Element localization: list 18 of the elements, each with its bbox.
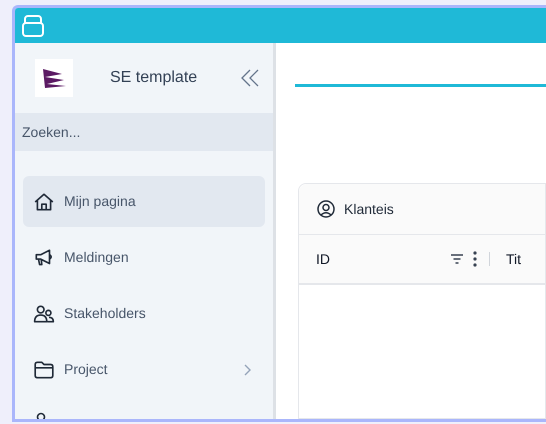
sidebar-item[interactable]: Project [23,344,265,395]
folder-icon [33,358,55,380]
user-circle-icon [317,200,335,218]
filter-icon[interactable] [450,254,464,264]
megaphone-icon [33,246,55,268]
logo-icon [35,59,73,97]
home-icon [33,190,55,212]
column-header: ID [316,250,331,268]
search-field[interactable]: Zoeken... [15,113,273,151]
more-icon[interactable] [473,251,477,267]
card-title: Klanteis [344,200,394,218]
sidebar-item[interactable]: Mijn pagina [23,176,265,227]
collapse-icon[interactable] [239,67,261,89]
sidebar-item[interactable]: Meldingen [23,232,265,283]
users-icon [33,302,55,324]
brand-name: SE template [110,68,198,88]
column-header[interactable]: Tit [506,248,522,270]
sidebar-item[interactable]: Stakeholders [23,288,265,339]
